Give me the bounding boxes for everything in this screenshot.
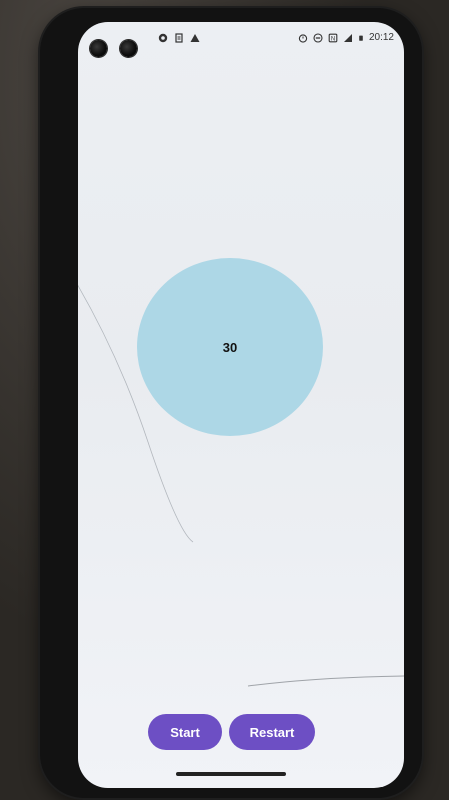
screen-crack xyxy=(78,284,404,687)
app-screen: N 20:12 30 Start Restart xyxy=(78,22,404,788)
